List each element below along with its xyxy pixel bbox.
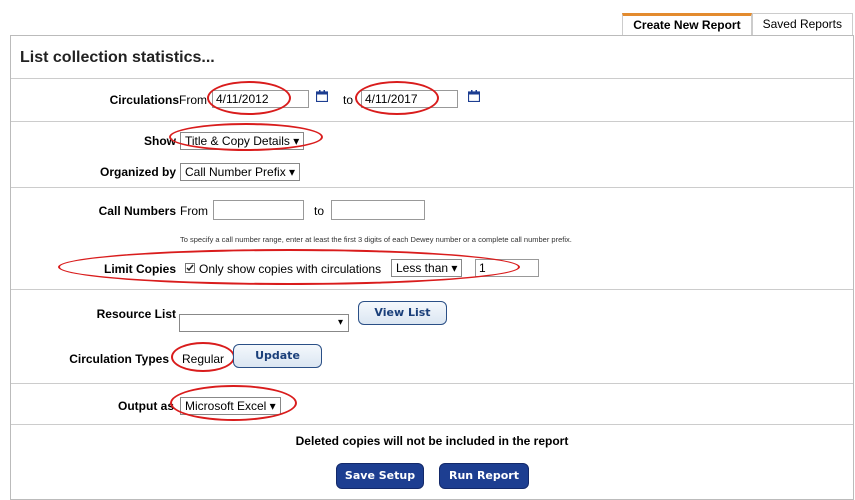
call-numbers-from-input[interactable] [213, 200, 304, 220]
output-as-label: Output as [118, 399, 174, 413]
divider [11, 424, 853, 425]
divider [11, 383, 853, 384]
tab-create-new-report[interactable]: Create New Report [622, 13, 752, 36]
save-setup-button[interactable]: Save Setup [336, 463, 424, 489]
circulations-from-text: From [179, 93, 207, 107]
calendar-icon[interactable] [316, 90, 328, 102]
page-title: List collection statistics... [20, 49, 215, 66]
limit-copies-label: Limit Copies [103, 262, 176, 276]
divider [11, 78, 853, 79]
update-button[interactable]: Update [233, 344, 322, 368]
output-as-select[interactable]: Microsoft Excel ▾ [180, 397, 281, 415]
divider [11, 289, 853, 290]
organized-by-label: Organized by [99, 165, 176, 179]
call-numbers-to-input[interactable] [331, 200, 425, 220]
circulations-label: Circulations [109, 93, 179, 107]
view-list-button[interactable]: View List [358, 301, 447, 325]
limit-copies-checkbox[interactable] [185, 263, 195, 273]
show-label: Show [144, 134, 176, 148]
run-report-button[interactable]: Run Report [439, 463, 529, 489]
circulations-to-input[interactable]: 4/11/2017 [361, 90, 458, 108]
divider [11, 121, 853, 122]
limit-copies-text: Only show copies with circulations [199, 262, 382, 276]
chevron-down-icon: ▾ [337, 317, 343, 328]
circulation-types-value: Regular [182, 352, 225, 366]
checkmark-icon [186, 264, 194, 272]
circulations-from-input[interactable]: 4/11/2012 [212, 90, 309, 108]
divider [11, 187, 853, 188]
limit-value-input[interactable]: 1 [475, 259, 539, 277]
report-tabs: Create New Report Saved Reports [622, 13, 853, 36]
deleted-copies-note: Deleted copies will not be included in t… [295, 434, 569, 448]
call-numbers-from-text: From [180, 204, 208, 218]
circulation-types-label: Circulation Types [69, 352, 169, 366]
resource-list-select[interactable]: ▾ [179, 314, 349, 332]
show-select[interactable]: Title & Copy Details ▾ [180, 132, 305, 150]
resource-list-label: Resource List [96, 307, 176, 321]
call-numbers-to-text: to [314, 204, 325, 218]
call-numbers-label: Call Numbers [98, 204, 176, 218]
limit-comparison-select[interactable]: Less than ▾ [391, 259, 463, 277]
circulations-to-text: to [343, 93, 354, 107]
call-numbers-hint: To specify a call number range, enter at… [180, 235, 572, 244]
calendar-icon[interactable] [468, 90, 480, 102]
organized-by-select[interactable]: Call Number Prefix ▾ [180, 163, 301, 181]
report-panel: List collection statistics... Circulatio… [10, 35, 854, 500]
tab-saved-reports[interactable]: Saved Reports [751, 13, 853, 36]
